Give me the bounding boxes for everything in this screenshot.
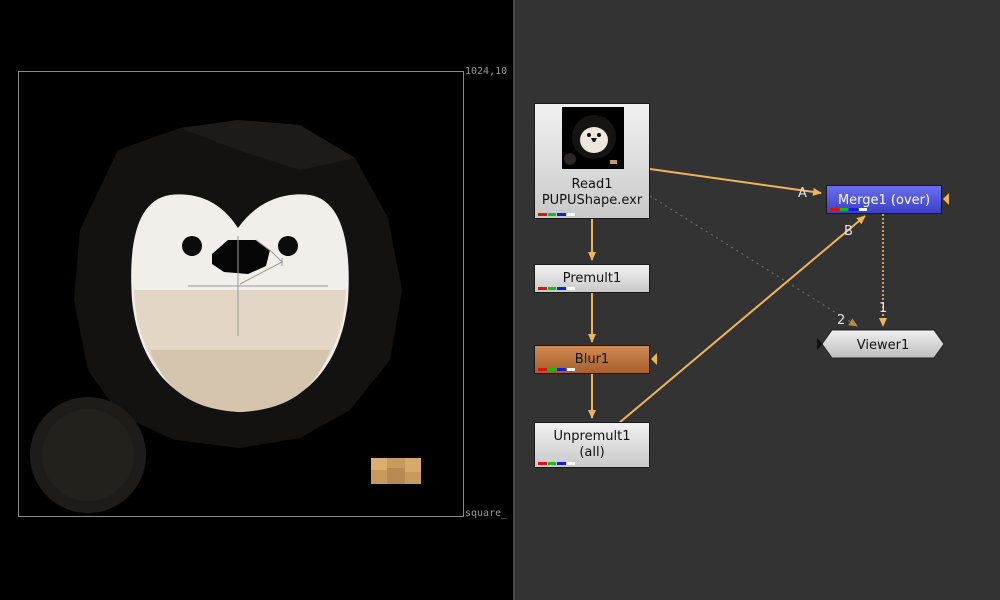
viewer-panel[interactable]: 1024,10 square_ [0,0,513,600]
format-name-label: square_ [465,508,508,519]
viewer-node[interactable]: Viewer1 [820,329,946,359]
blur-node[interactable]: Blur1 [534,345,650,374]
merge-node-name: Merge1 (over) [837,193,931,208]
merge-input-a-label: A [798,186,807,201]
read-node-channels [538,213,576,216]
blur-mask-input-arrow[interactable] [651,353,657,365]
blur-node-name: Blur1 [574,352,610,367]
unpremult-node-name: Unpremult1 [553,429,631,444]
read-node-file: PUPUShape.exr [541,193,643,208]
premult-node[interactable]: Premult1 [534,264,650,293]
viewer-input-1-label: 1 [879,301,888,316]
merge-node[interactable]: Merge1 (over) [826,185,942,214]
viewer-input-arrow[interactable] [817,338,823,350]
merge-node-channels [830,208,868,211]
pipe-read-viewer [649,195,858,327]
merge-mask-input-arrow[interactable] [943,193,949,205]
read-node[interactable]: Read1 PUPUShape.exr [534,103,650,219]
merge-input-b-label: B [844,224,853,239]
penguin-image [30,120,421,513]
small-sphere-inner [42,409,134,501]
viewer-node-name: Viewer1 [857,338,909,353]
penguin-eye-left [182,236,202,256]
node-graph[interactable]: A B 1 2 Read1 PUPUShape.exr Premult1 Blu… [515,0,1000,600]
unpremult-node-channels [538,462,576,465]
read-node-name: Read1 [571,177,613,192]
blur-node-channels [538,368,576,371]
pipe-unpremult-merge-b [618,215,866,424]
read-node-thumbnail [562,107,624,169]
premult-node-name: Premult1 [562,271,622,286]
node-connections [588,168,887,424]
pipe-read-merge-a [649,168,822,196]
format-size-label: 1024,10 [465,66,508,77]
viewer-input-2-label: 2 [837,313,846,328]
viewer-canvas[interactable] [0,0,513,600]
unpremult-node-channels-label: (all) [579,445,605,460]
penguin-eye-right [278,236,298,256]
unpremult-node[interactable]: Unpremult1 (all) [534,422,650,468]
premult-node-channels [538,287,576,290]
